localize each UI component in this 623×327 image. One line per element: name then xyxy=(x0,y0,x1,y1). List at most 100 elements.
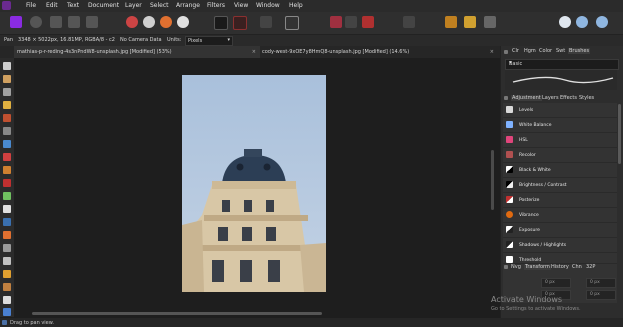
brush-category-select[interactable]: Basic ▾ xyxy=(505,59,619,70)
transform-w-field[interactable]: 0 px xyxy=(586,278,616,288)
adjustment-shadows-highlights[interactable]: Shadows / Highlights xyxy=(503,238,617,253)
document-photo[interactable] xyxy=(182,75,326,292)
adjustment-scrollbar[interactable] xyxy=(618,104,621,164)
units-select-value: Pixels xyxy=(188,38,203,44)
erase-brush-tool-icon[interactable] xyxy=(3,192,11,200)
menu-arrange[interactable]: Arrange xyxy=(176,2,200,9)
close-icon[interactable]: × xyxy=(490,46,494,58)
healing-tool-icon[interactable] xyxy=(3,231,11,239)
zoom-tool-icon[interactable] xyxy=(3,308,11,316)
tab-effects[interactable]: Effects xyxy=(560,95,577,101)
gradient-tool-icon[interactable] xyxy=(3,153,11,161)
horizontal-scrollbar[interactable] xyxy=(14,311,495,316)
adjustment-levels[interactable]: Levels xyxy=(503,103,617,118)
paint-brush-tool-icon[interactable] xyxy=(3,166,11,174)
tab-swt[interactable]: Swt xyxy=(556,48,565,54)
menu-view[interactable]: View xyxy=(234,2,248,9)
dodge-tool-icon[interactable] xyxy=(3,205,11,213)
pen-tool-icon[interactable] xyxy=(3,270,11,278)
horizontal-scroll-thumb[interactable] xyxy=(32,312,322,315)
tab-document-2-label: cody-west-9xOE7y8HmQ8-unsplash.jpg [Modi… xyxy=(262,49,410,55)
menu-file[interactable]: File xyxy=(26,2,36,9)
invert-selection-icon[interactable] xyxy=(260,16,272,28)
blur-tool-icon[interactable] xyxy=(3,244,11,252)
tab-clr[interactable]: Clr xyxy=(512,48,519,54)
preferences-icon[interactable] xyxy=(596,16,608,28)
menu-select[interactable]: Select xyxy=(150,2,169,9)
clone-tool-icon[interactable] xyxy=(3,218,11,226)
flood-select-tool-icon[interactable] xyxy=(3,114,11,122)
view-mode-icon[interactable] xyxy=(559,16,571,28)
photo-persona-icon[interactable] xyxy=(10,16,22,28)
panel-menu-icon[interactable] xyxy=(504,96,508,100)
menu-text[interactable]: Text xyxy=(67,2,79,9)
tab-color[interactable]: Color xyxy=(539,48,552,54)
panel-menu-icon[interactable] xyxy=(504,265,508,269)
brush-preview[interactable] xyxy=(505,70,617,90)
arrange-icon[interactable] xyxy=(403,16,415,28)
adjustment-recolor[interactable]: Recolor xyxy=(503,148,617,163)
affinity-photo-logo-icon[interactable] xyxy=(2,1,11,10)
adjustment-posterize[interactable]: Posterize xyxy=(503,193,617,208)
refine-selection-icon[interactable] xyxy=(330,16,342,28)
pixel-tool-icon[interactable] xyxy=(3,179,11,187)
snapping-icon[interactable] xyxy=(362,16,374,28)
adjustment-vibrance[interactable]: Vibrance xyxy=(503,208,617,223)
adjustment-brightness-contrast[interactable]: Brightness / Contrast xyxy=(503,178,617,193)
close-icon[interactable]: × xyxy=(252,46,256,58)
color-picker-tool-icon[interactable] xyxy=(3,75,11,83)
crop-tool-icon[interactable] xyxy=(3,88,11,96)
tab-navigator[interactable]: Nvg xyxy=(511,264,521,270)
tone-mapping-persona-icon[interactable] xyxy=(68,16,80,28)
smudge-tool-icon[interactable] xyxy=(3,257,11,265)
tab-transform[interactable]: Transform xyxy=(524,264,551,270)
auto-colors-icon[interactable] xyxy=(177,16,189,28)
units-select[interactable]: Pixels ▾ xyxy=(185,36,233,46)
tab-32p[interactable]: 32P xyxy=(586,264,595,270)
adjustment-white-balance[interactable]: White Balance xyxy=(503,118,617,133)
tab-document-1[interactable]: mathias-p-r-reding-4s3nPndW8-unsplash.jp… xyxy=(14,46,260,58)
deselect-icon[interactable] xyxy=(233,16,247,30)
adjustment-exposure[interactable]: Exposure xyxy=(503,223,617,238)
auto-contrast-icon[interactable] xyxy=(160,16,172,28)
transform-x-field[interactable]: 0 px xyxy=(541,278,571,288)
panel-menu-icon[interactable] xyxy=(504,50,508,54)
selection-brush-tool-icon[interactable] xyxy=(3,101,11,109)
quick-mask-icon[interactable] xyxy=(285,16,299,30)
insert-target-icon[interactable] xyxy=(345,16,357,28)
order-icon[interactable] xyxy=(464,16,476,28)
liquify-persona-icon[interactable] xyxy=(30,16,42,28)
move-tool-icon[interactable] xyxy=(3,62,11,70)
menu-filters[interactable]: Filters xyxy=(207,2,225,9)
shape-tool-icon[interactable] xyxy=(3,283,11,291)
auto-levels-icon[interactable] xyxy=(143,16,155,28)
tab-layers[interactable]: Layers xyxy=(542,95,559,101)
align-icon[interactable] xyxy=(484,16,496,28)
tab-document-2[interactable]: cody-west-9xOE7y8HmQ8-unsplash.jpg [Modi… xyxy=(259,46,498,58)
flood-fill-tool-icon[interactable] xyxy=(3,140,11,148)
tab-history[interactable]: History xyxy=(551,264,569,270)
tab-adjustment[interactable]: Adjustment xyxy=(511,95,542,101)
develop-persona-icon[interactable] xyxy=(50,16,62,28)
menu-layer[interactable]: Layer xyxy=(125,2,142,9)
menu-document[interactable]: Document xyxy=(88,2,119,9)
tab-styles[interactable]: Styles xyxy=(579,95,594,101)
tab-document-1-label: mathias-p-r-reding-4s3nPndW8-unsplash.jp… xyxy=(17,49,172,55)
studio-icon[interactable] xyxy=(576,16,588,28)
adjustment-hsl[interactable]: HSL xyxy=(503,133,617,148)
adjustment-black-white[interactable]: Black & White xyxy=(503,163,617,178)
menu-help[interactable]: Help xyxy=(289,2,303,9)
menu-window[interactable]: Window xyxy=(256,2,280,9)
share-icon[interactable] xyxy=(86,16,98,28)
tab-channels[interactable]: Chn xyxy=(572,264,582,270)
selection-mode-icon[interactable] xyxy=(214,16,228,30)
menu-edit[interactable]: Edit xyxy=(46,2,58,9)
transform-h-field[interactable]: 0 px xyxy=(586,290,616,300)
color-wheel-icon[interactable] xyxy=(126,16,138,28)
tab-hgm[interactable]: Hgm xyxy=(524,48,536,54)
tab-brushes[interactable]: Brushes xyxy=(568,48,591,54)
assistant-icon[interactable] xyxy=(445,16,457,28)
marquee-tool-icon[interactable] xyxy=(3,127,11,135)
text-tool-icon[interactable] xyxy=(3,296,11,304)
vertical-scrollbar[interactable] xyxy=(491,150,494,210)
